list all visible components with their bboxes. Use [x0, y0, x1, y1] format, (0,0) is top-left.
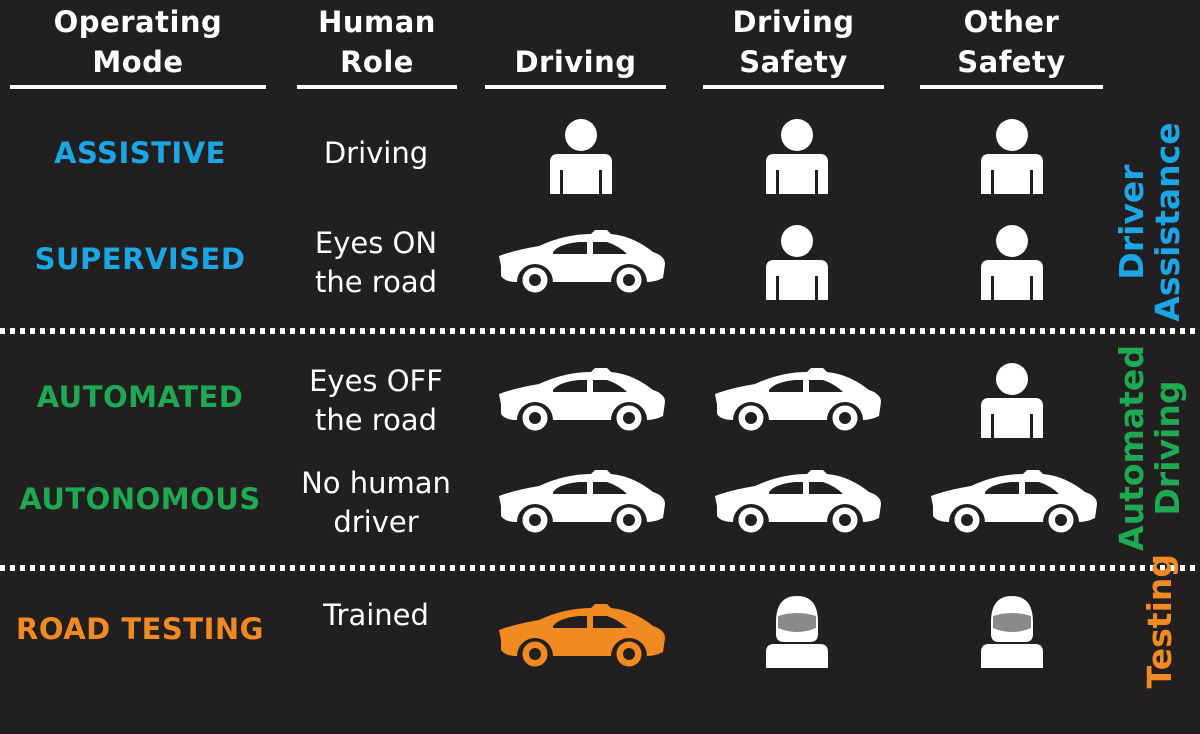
section-divider [0, 565, 1200, 571]
header-human-role: Human Role [318, 5, 436, 79]
role-assistive: Driving [323, 136, 429, 170]
role-autonomous: No human driver [301, 466, 451, 539]
person-icon [977, 118, 1047, 194]
mode-autonomous: AUTONOMOUS [19, 482, 261, 516]
header-underline [703, 85, 884, 89]
helmet-person-icon [762, 592, 832, 668]
group-label-testing: Testing [1140, 554, 1179, 689]
header-driving-safety: Driving Safety [732, 5, 855, 79]
header-underline [297, 85, 457, 89]
car-icon [711, 470, 883, 534]
header-underline [920, 85, 1103, 89]
person-icon [977, 224, 1047, 300]
header-underline [10, 85, 266, 89]
header-other-safety: Other Safety [957, 5, 1066, 79]
mode-road-testing: ROAD TESTING [16, 612, 264, 646]
car-icon [927, 470, 1099, 534]
person-icon [546, 118, 616, 194]
person-icon [977, 362, 1047, 438]
mode-supervised: SUPERVISED [34, 242, 246, 276]
section-divider [0, 328, 1200, 334]
header-driving: Driving [514, 45, 637, 79]
car-icon [495, 604, 667, 668]
car-icon [711, 368, 883, 432]
car-icon [495, 368, 667, 432]
role-road-testing: Trained [323, 598, 429, 632]
header-operating-mode: Operating Mode [53, 5, 223, 79]
group-label-automated-driving: Automated Driving [1112, 345, 1187, 551]
person-icon [762, 224, 832, 300]
role-automated: Eyes OFF the road [309, 364, 443, 437]
group-label-driver-assistance: Driver Assistance [1112, 122, 1187, 322]
mode-assistive: ASSISTIVE [54, 136, 226, 170]
role-supervised: Eyes ON the road [314, 226, 438, 299]
car-icon [495, 230, 667, 294]
mode-automated: AUTOMATED [36, 380, 244, 414]
helmet-person-icon [977, 592, 1047, 668]
header-underline [485, 85, 666, 89]
car-icon [495, 470, 667, 534]
person-icon [762, 118, 832, 194]
